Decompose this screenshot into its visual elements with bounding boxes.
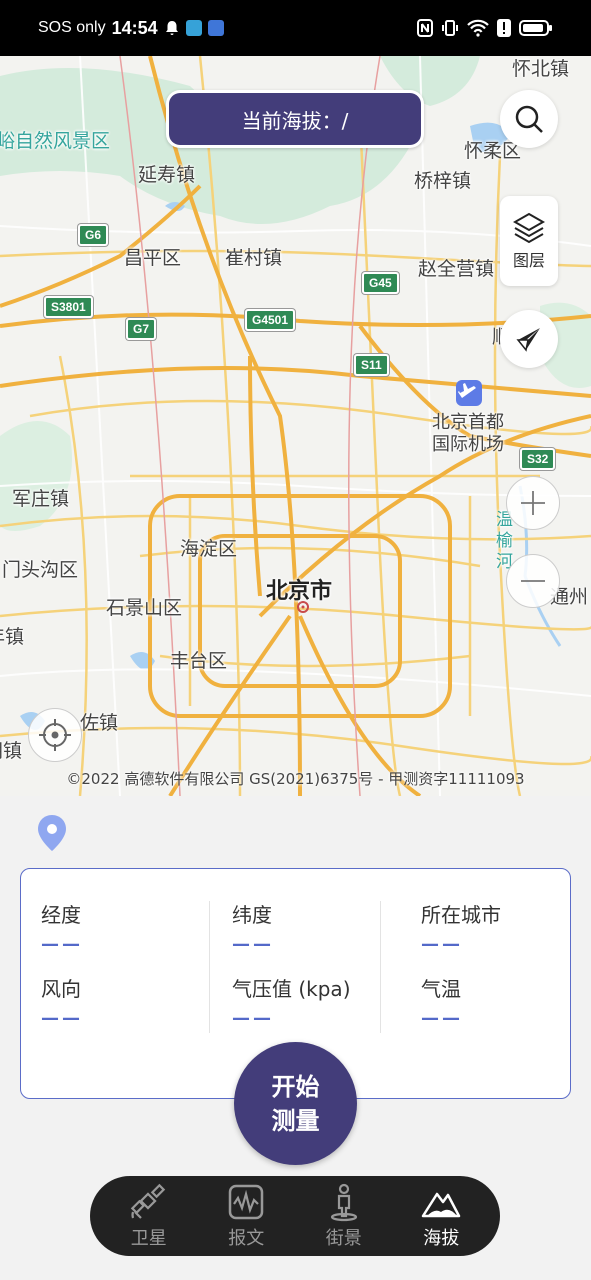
shield-g45: G45 [362, 272, 399, 294]
longitude-value: —— [41, 934, 83, 955]
zoom-in-button[interactable] [506, 476, 560, 530]
carrier-text: SOS only [38, 19, 106, 36]
place-changping: 昌平区 [124, 247, 182, 269]
mountain-icon [422, 1192, 461, 1218]
altitude-label: 当前海拔：/ [169, 93, 421, 145]
search-button[interactable] [500, 90, 558, 148]
map-view[interactable]: 怀北镇 峪自然风景区 延寿镇 怀柔区 桥梓镇 昌平区 崔村镇 赵全营镇 顺 北京… [0, 56, 591, 796]
place-junzhuang: 军庄镇 [12, 488, 70, 510]
shield-s32: S32 [520, 448, 556, 470]
status-bar: SOS only 14:54 [0, 0, 591, 56]
place-cuicun: 崔村镇 [225, 247, 283, 269]
locate-button[interactable] [28, 708, 82, 762]
start-measure-button[interactable]: 开始测量 [234, 1042, 357, 1165]
location-pin-icon [38, 815, 66, 851]
city-label: 所在城市 [421, 903, 501, 927]
latitude-label: 纬度 [232, 903, 272, 927]
pressure-value: —— [232, 1008, 274, 1029]
crosshair-icon [39, 719, 71, 751]
nav-item-altitude[interactable]: 海拔 [396, 1182, 486, 1250]
place-fengtai: 丰台区 [170, 650, 228, 672]
status-time: 14:54 [111, 17, 158, 38]
longitude-label: 经度 [41, 903, 81, 927]
altitude-display: 当前海拔：/ [166, 90, 424, 148]
latitude-value: —— [232, 934, 274, 955]
shield-g6: G6 [78, 224, 109, 246]
layers-button[interactable]: 图层 [500, 196, 558, 286]
shield-s3801: S3801 [44, 296, 93, 318]
bell-icon [165, 21, 178, 35]
nav-label-street-view: 街景 [325, 1228, 362, 1249]
satellite-icon [130, 1183, 165, 1219]
nfc-icon [417, 19, 433, 37]
divider-1 [209, 901, 210, 1033]
wifi-icon [467, 19, 489, 37]
status-left: SOS only 14:54 [38, 18, 224, 39]
place-shijingshan: 石景山区 [106, 597, 183, 619]
divider-2 [380, 901, 381, 1033]
compass-icon [516, 328, 540, 352]
alert-icon [497, 19, 511, 37]
minus-icon [521, 580, 545, 582]
map-copyright: ©2022 高德软件有限公司 GS(2021)6375号 - 甲测资字11111… [66, 770, 525, 788]
status-right [417, 19, 553, 37]
place-mentougou: 门头沟区 [2, 559, 79, 581]
app-notification-icon [185, 20, 202, 36]
start-measure-label: 开始测量 [271, 1072, 320, 1135]
nav-item-message[interactable]: 报文 [201, 1182, 291, 1250]
zoom-out-button[interactable] [506, 554, 560, 608]
waveform-icon [229, 1184, 264, 1220]
place-zuo: 佐镇 [80, 712, 119, 734]
wind-label: 风向 [41, 977, 81, 1001]
compass-button[interactable] [500, 310, 558, 368]
nav-item-satellite[interactable]: 卫星 [104, 1182, 194, 1250]
info-column-3: 所在城市 —— 气温 —— [421, 899, 501, 1029]
place-wenyu-river: 温 榆 河 [496, 510, 513, 572]
bottom-nav: 卫星 报文 街景 海拔 [90, 1176, 500, 1256]
layers-label: 图层 [512, 251, 545, 270]
info-column-1: 经度 —— 风向 —— [41, 899, 83, 1029]
place-hu: 胡镇 [0, 740, 23, 762]
nav-label-message: 报文 [228, 1228, 265, 1249]
plus-icon [521, 491, 545, 515]
place-zhen-left: 年镇 [0, 626, 25, 648]
street-view-icon [330, 1183, 357, 1222]
shield-g7: G7 [126, 318, 157, 340]
place-zhaoquanying: 赵全营镇 [418, 258, 495, 280]
info-column-2: 纬度 —— 气压值 (kpa) —— [232, 899, 351, 1029]
place-haidian: 海淀区 [180, 538, 238, 560]
temperature-value: —— [421, 1008, 463, 1029]
nav-item-street-view[interactable]: 街景 [299, 1182, 389, 1250]
shield-s11: S11 [354, 354, 389, 376]
nav-label-satellite: 卫星 [130, 1228, 167, 1249]
place-airport: 北京首都 国际机场 [432, 412, 504, 455]
shield-notification-icon [207, 20, 224, 36]
temperature-label: 气温 [421, 977, 461, 1001]
place-qiaozi: 桥梓镇 [414, 170, 472, 192]
pressure-label: 气压值 (kpa) [232, 977, 351, 1001]
city-value: —— [421, 934, 463, 955]
battery-icon [519, 20, 552, 36]
search-icon [515, 105, 543, 133]
place-beijing: 北京市 [266, 579, 333, 604]
layers-icon [512, 212, 546, 244]
place-scenic-area: 峪自然风景区 [0, 130, 111, 152]
place-huaibei: 怀北镇 [512, 58, 570, 80]
shield-g4501: G4501 [245, 309, 296, 331]
nav-label-altitude: 海拔 [423, 1228, 460, 1249]
vibrate-icon [442, 20, 458, 36]
place-yanshou: 延寿镇 [138, 164, 196, 186]
wind-value: —— [41, 1008, 83, 1029]
